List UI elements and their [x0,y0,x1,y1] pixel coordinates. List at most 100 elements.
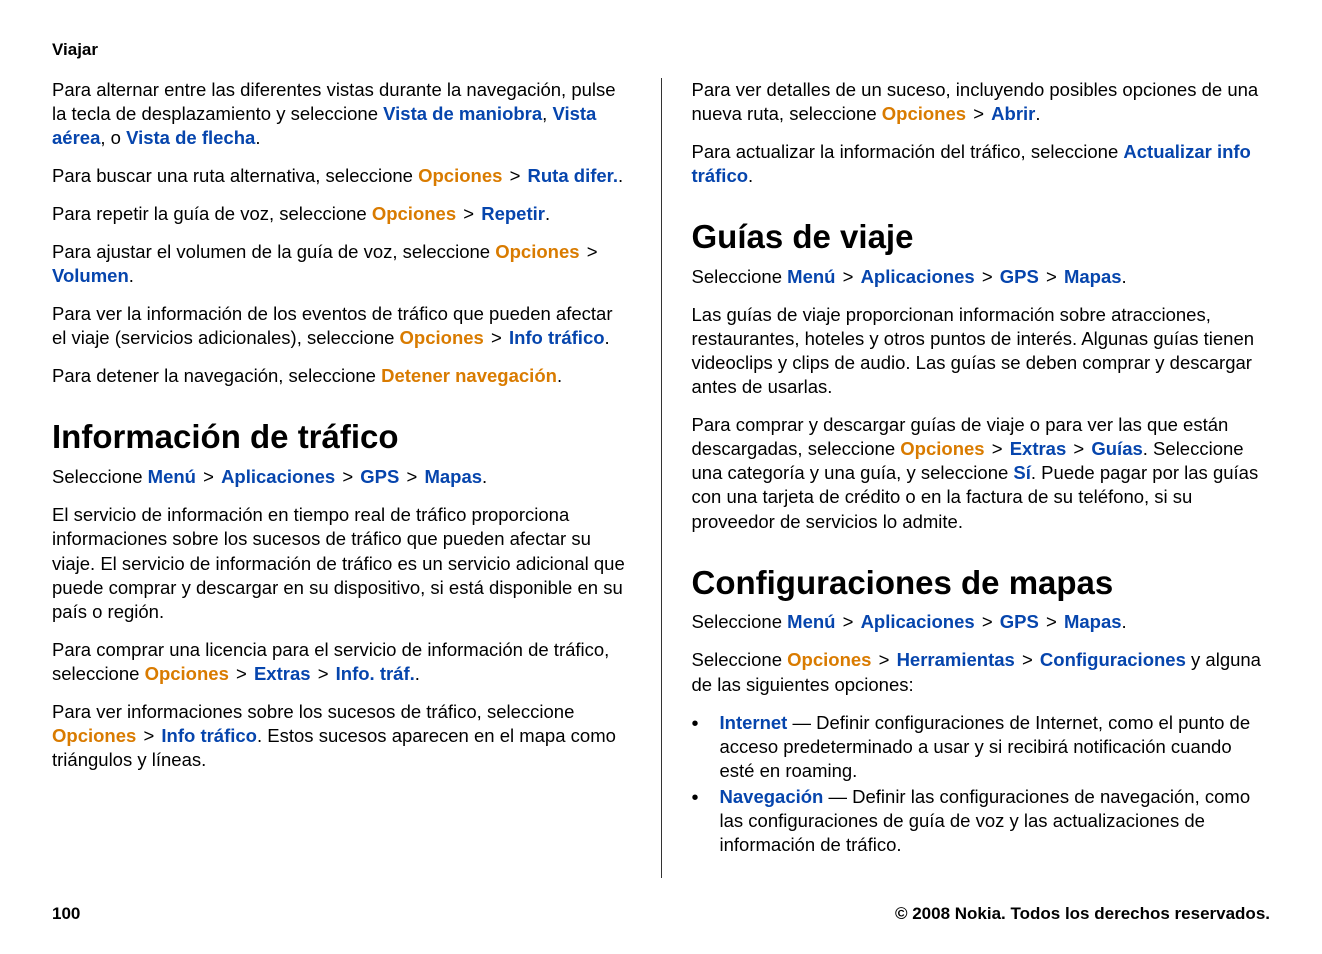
para-repeat: Para repetir la guía de voz, seleccione … [52,202,631,226]
link-vista-flecha[interactable]: Vista de flecha [126,127,255,148]
link-mapas[interactable]: Mapas [424,466,482,487]
bullet-icon: • [692,711,720,783]
link-extras[interactable]: Extras [1010,438,1067,459]
text: . [748,165,753,186]
breadcrumb-separator: > [980,266,995,287]
link-menu[interactable]: Menú [787,611,835,632]
heading-map-config: Configuraciones de mapas [692,562,1271,605]
heading-traffic-info: Información de tráfico [52,416,631,459]
link-mapas[interactable]: Mapas [1064,266,1122,287]
text: , [542,103,552,124]
para-guides-desc: Las guías de viaje proporcionan informac… [692,303,1271,399]
link-gps[interactable]: GPS [1000,611,1039,632]
link-detener-navegacion[interactable]: Detener navegación [381,365,557,386]
link-guias[interactable]: Guías [1091,438,1142,459]
text: Para comprar una licencia para el servic… [52,639,609,684]
link-mapas[interactable]: Mapas [1064,611,1122,632]
link-repetir[interactable]: Repetir [481,203,545,224]
link-internet[interactable]: Internet [720,712,788,733]
columns: Para alternar entre las diferentes vista… [52,78,1270,878]
breadcrumb-separator: > [841,611,856,632]
text: Para actualizar la información del tráfi… [692,141,1124,162]
link-volumen[interactable]: Volumen [52,265,129,286]
para-alt-route: Para buscar una ruta alternativa, selecc… [52,164,631,188]
link-herramientas[interactable]: Herramientas [897,649,1015,670]
link-opciones[interactable]: Opciones [882,103,966,124]
text: . [605,327,610,348]
link-opciones[interactable]: Opciones [900,438,984,459]
breadcrumb-separator: > [1071,438,1086,459]
heading-travel-guides: Guías de viaje [692,216,1271,259]
link-opciones[interactable]: Opciones [372,203,456,224]
bullet-icon: • [692,785,720,857]
breadcrumb-separator: > [971,103,986,124]
para-menu-path-3: Seleccione Menú > Aplicaciones > GPS > M… [692,610,1271,634]
page: Viajar Para alternar entre las diferente… [0,0,1322,954]
para-config-path: Seleccione Opciones > Herramientas > Con… [692,648,1271,696]
section-header: Viajar [52,40,1270,60]
text: . [129,265,134,286]
para-menu-path-1: Seleccione Menú > Aplicaciones > GPS > M… [52,465,631,489]
link-menu[interactable]: Menú [787,266,835,287]
link-opciones[interactable]: Opciones [787,649,871,670]
link-aplicaciones[interactable]: Aplicaciones [221,466,335,487]
breadcrumb-separator: > [141,725,156,746]
bullet-body: Navegación — Definir las configuraciones… [720,785,1271,857]
para-view-events: Para ver informaciones sobre los sucesos… [52,700,631,772]
link-si[interactable]: Sí [1013,462,1030,483]
bullet-body: Internet — Definir configuraciones de In… [720,711,1271,783]
link-opciones[interactable]: Opciones [52,725,136,746]
text: Seleccione [52,466,148,487]
link-gps[interactable]: GPS [360,466,399,487]
para-traffic-events: Para ver la información de los eventos d… [52,302,631,350]
link-gps[interactable]: GPS [1000,266,1039,287]
para-views: Para alternar entre las diferentes vista… [52,78,631,150]
breadcrumb-separator: > [316,663,331,684]
para-buy-guides: Para comprar y descargar guías de viaje … [692,413,1271,533]
list-item: • Internet — Definir configuraciones de … [692,711,1271,783]
link-info-traf[interactable]: Info. tráf. [336,663,415,684]
copyright: © 2008 Nokia. Todos los derechos reserva… [895,904,1270,924]
para-update-traffic: Para actualizar la información del tráfi… [692,140,1271,188]
link-aplicaciones[interactable]: Aplicaciones [861,266,975,287]
text: Seleccione [692,266,788,287]
link-opciones[interactable]: Opciones [400,327,484,348]
text: . [545,203,550,224]
breadcrumb-separator: > [1044,611,1059,632]
text: Seleccione [692,611,788,632]
para-buy-license: Para comprar una licencia para el servic… [52,638,631,686]
link-opciones[interactable]: Opciones [495,241,579,262]
text: , o [100,127,126,148]
link-info-trafico[interactable]: Info tráfico [509,327,605,348]
text: . [1122,611,1127,632]
link-extras[interactable]: Extras [254,663,311,684]
link-ruta-difer[interactable]: Ruta difer. [528,165,618,186]
breadcrumb-separator: > [201,466,216,487]
link-aplicaciones[interactable]: Aplicaciones [861,611,975,632]
text: Seleccione [692,649,788,670]
list-item: • Navegación — Definir las configuracion… [692,785,1271,857]
config-list: • Internet — Definir configuraciones de … [692,711,1271,857]
link-configuraciones[interactable]: Configuraciones [1040,649,1186,670]
link-vista-maniobra[interactable]: Vista de maniobra [383,103,542,124]
link-menu[interactable]: Menú [148,466,196,487]
link-opciones[interactable]: Opciones [418,165,502,186]
para-traffic-desc: El servicio de información en tiempo rea… [52,503,631,623]
text: Para ajustar el volumen de la guía de vo… [52,241,495,262]
link-navegacion[interactable]: Navegación [720,786,824,807]
breadcrumb-separator: > [405,466,420,487]
para-stop-nav: Para detener la navegación, seleccione D… [52,364,631,388]
link-opciones[interactable]: Opciones [145,663,229,684]
breadcrumb-separator: > [340,466,355,487]
text: . [1122,266,1127,287]
text: . [415,663,420,684]
footer: 100 © 2008 Nokia. Todos los derechos res… [52,904,1270,924]
link-info-trafico[interactable]: Info tráfico [161,725,257,746]
text: — Definir configuraciones de Internet, c… [720,712,1251,781]
breadcrumb-separator: > [461,203,476,224]
breadcrumb-separator: > [990,438,1005,459]
text: . Estos sucesos aparecen en el mapa como… [52,725,616,770]
text: . [482,466,487,487]
breadcrumb-separator: > [841,266,856,287]
link-abrir[interactable]: Abrir [991,103,1035,124]
